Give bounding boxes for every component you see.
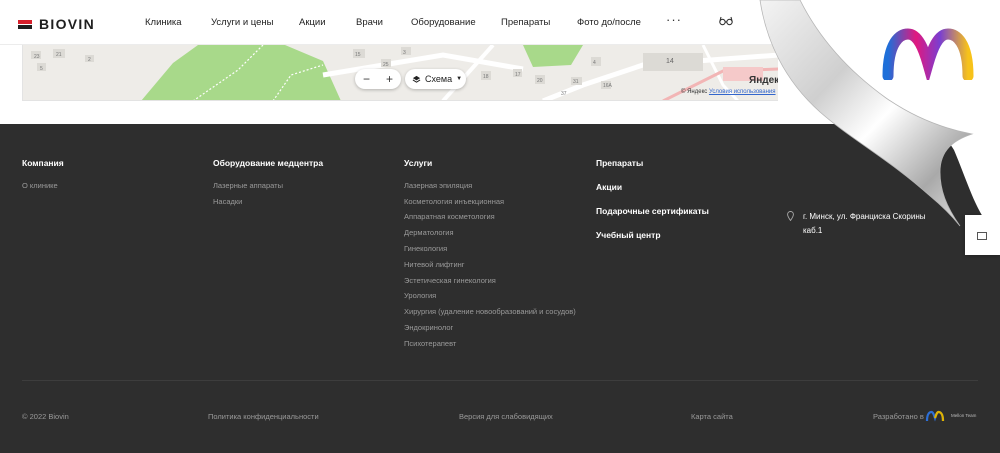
footer-link-service[interactable]: Хирургия (удаление новообразований и сос… — [404, 307, 576, 316]
developed-by-label: Разработано в — [873, 412, 924, 421]
footer-heading-training-center[interactable]: Учебный центр — [596, 230, 661, 240]
footer-link-service[interactable]: Эстетическая гинекология — [404, 276, 496, 285]
map-type-label: Схема — [425, 74, 453, 84]
footer-link-lasers[interactable]: Лазерные аппараты — [213, 181, 283, 190]
footer-heading-company[interactable]: Компания — [22, 158, 64, 168]
glasses-icon[interactable] — [719, 16, 733, 26]
more-menu-button[interactable]: ··· — [666, 12, 682, 27]
developer-name: Mellon Team — [951, 413, 977, 418]
map-label: 16A — [603, 83, 613, 89]
footer-link-service[interactable]: Лазерная эпиляция — [404, 181, 472, 190]
layers-icon — [412, 75, 421, 83]
footer-copyright: © 2022 Biovin — [22, 412, 69, 421]
footer-link-service[interactable]: Эндокринолог — [404, 323, 453, 332]
map-label: 17 — [515, 72, 521, 78]
footer-heading-equipment[interactable]: Оборудование медцентра — [213, 158, 323, 168]
nav-item-preparations[interactable]: Препараты — [501, 17, 550, 28]
map-copyright: © Яндекс — [681, 89, 708, 95]
map-tiles: 23 21 14 4 18 16A 17 20 2 5 25 31 37 3 1… — [23, 45, 778, 100]
footer-link-service[interactable]: Дерматология — [404, 228, 454, 237]
footer-heading-services[interactable]: Услуги — [404, 158, 432, 168]
footer-divider — [22, 380, 978, 381]
developer-logo-icon[interactable] — [925, 410, 951, 422]
site-logo[interactable]: BIOVIN — [18, 16, 95, 32]
map-label: 3 — [403, 50, 406, 56]
map-label: 14 — [666, 58, 674, 65]
nav-item-before-after[interactable]: Фото до/после — [577, 17, 641, 28]
privacy-policy-link[interactable]: Политика конфиденциальности — [208, 412, 319, 421]
chevron-down-icon: ▼ — [456, 76, 463, 82]
footer-link-service[interactable]: Гинекология — [404, 244, 447, 253]
brand-logo — [882, 28, 974, 80]
map-label: 21 — [56, 52, 62, 58]
nav-item-clinic[interactable]: Клиника — [145, 17, 182, 28]
mail-icon — [977, 232, 987, 240]
map-type-selector[interactable]: Схема ▼ — [405, 69, 466, 89]
footer-link-service[interactable]: Урология — [404, 291, 436, 300]
footer-link-service[interactable]: Аппаратная косметология — [404, 212, 495, 221]
footer-link-service[interactable]: Психотерапевт — [404, 339, 456, 348]
footer-heading-promotions[interactable]: Акции — [596, 182, 622, 192]
nav-item-services[interactable]: Услуги и цены — [211, 17, 274, 28]
map-label: 31 — [573, 79, 579, 85]
map-label: 18 — [483, 74, 489, 80]
footer-heading-preparations[interactable]: Препараты — [596, 158, 643, 168]
footer-link-nozzles[interactable]: Насадки — [213, 197, 242, 206]
footer-heading-gift-certificates[interactable]: Подарочные сертификаты — [596, 206, 709, 216]
zoom-out-button[interactable]: − — [363, 72, 370, 86]
footer-link-service[interactable]: Косметология инъекционная — [404, 197, 504, 206]
sitemap-link[interactable]: Карта сайта — [691, 412, 733, 421]
map-label: 5 — [40, 66, 43, 72]
flag-icon — [18, 19, 32, 29]
map-label: 4 — [593, 60, 596, 66]
footer-link-about[interactable]: О клинике — [22, 181, 58, 190]
location-map[interactable]: 23 21 14 4 18 16A 17 20 2 5 25 31 37 3 1… — [22, 45, 778, 101]
map-label: 23 — [34, 54, 40, 60]
logo-text: BIOVIN — [39, 16, 96, 32]
zoom-in-button[interactable]: + — [386, 72, 393, 86]
nav-item-doctors[interactable]: Врачи — [356, 17, 383, 28]
nav-item-equipment[interactable]: Оборудование — [411, 17, 476, 28]
map-label: 37 — [561, 91, 567, 97]
accessibility-version-link[interactable]: Версия для слабовидящих — [459, 412, 553, 421]
map-label: 2 — [88, 57, 91, 63]
map-zoom-control: − + — [355, 69, 401, 89]
footer-link-service[interactable]: Нитевой лифтинг — [404, 260, 465, 269]
map-label: 25 — [383, 62, 389, 68]
map-label: 15 — [355, 52, 361, 58]
nav-item-promotions[interactable]: Акции — [299, 17, 326, 28]
map-label: 20 — [537, 78, 543, 84]
